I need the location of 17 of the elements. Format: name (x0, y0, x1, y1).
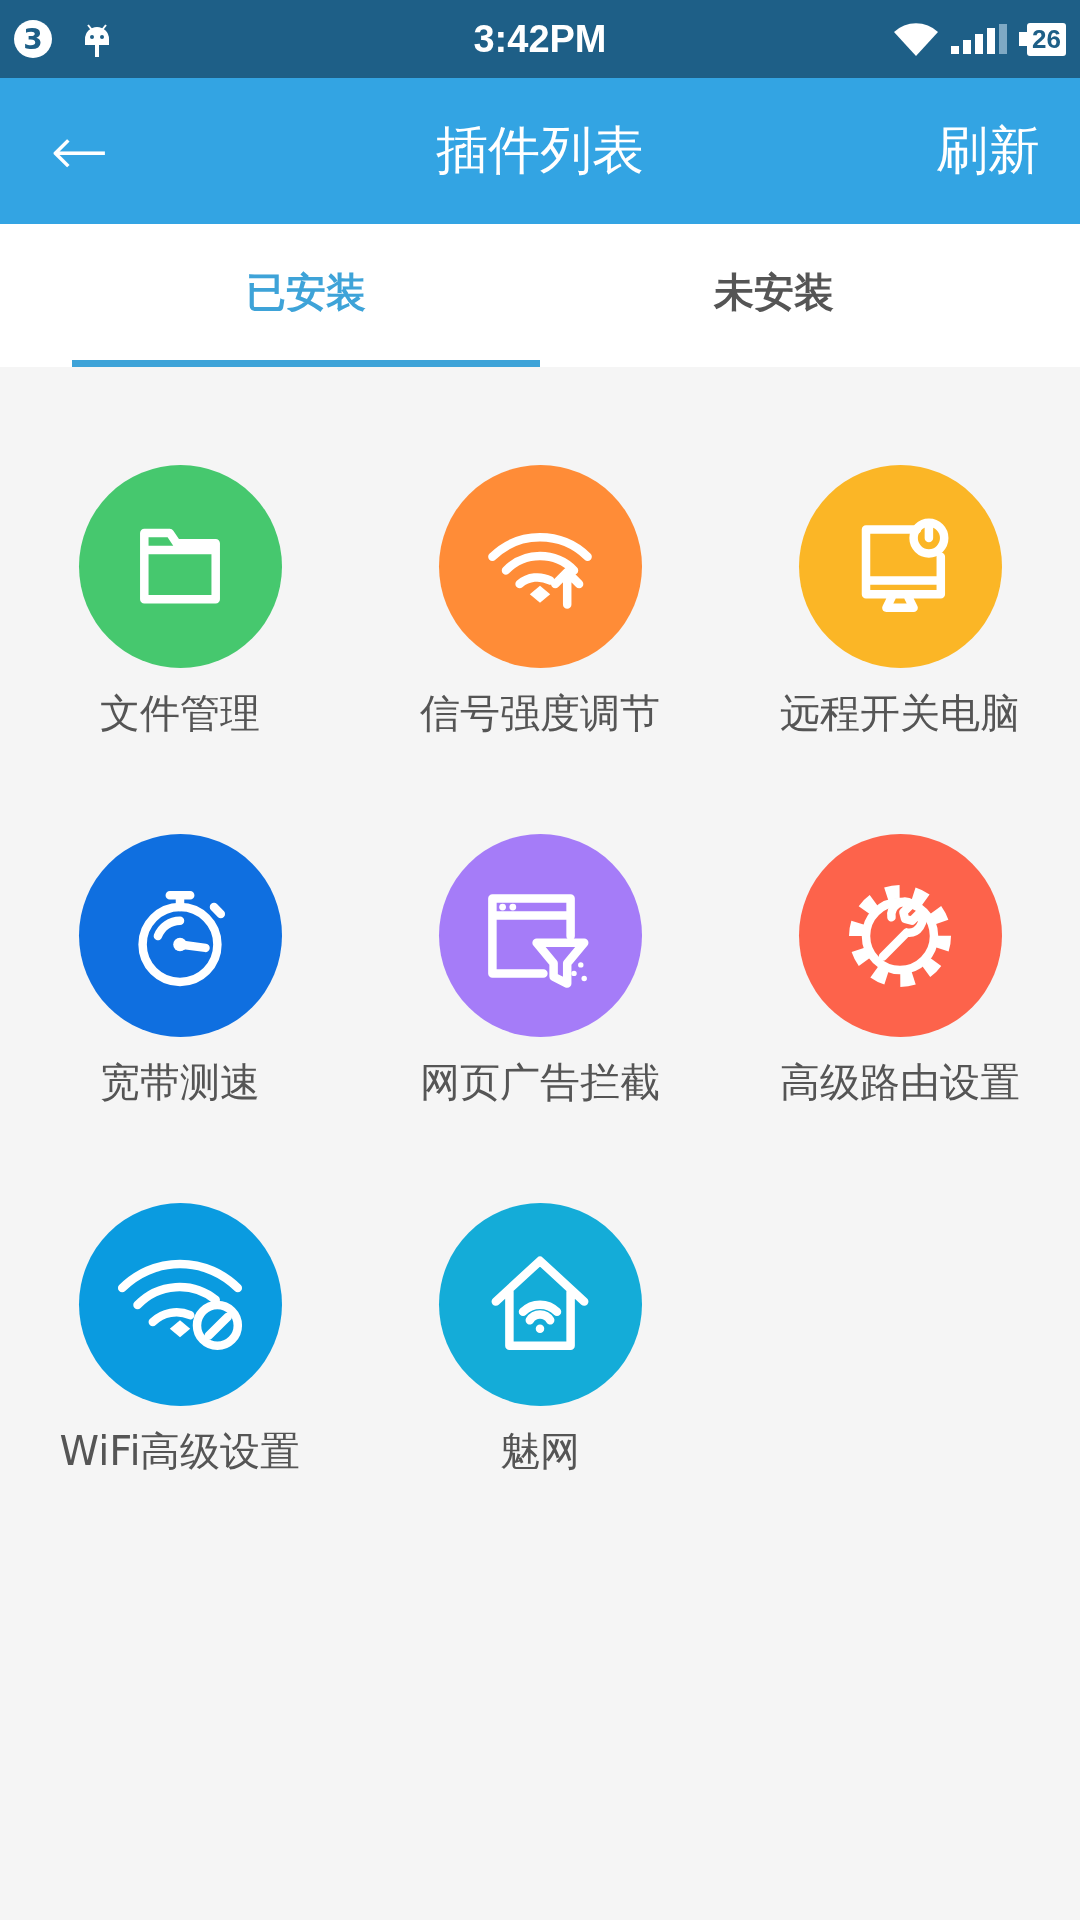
plugin-label: 魅网 (500, 1427, 580, 1476)
plugin-label: 信号强度调节 (420, 689, 660, 738)
clock-time: 3:42PM (473, 17, 607, 61)
wifi-icon (893, 20, 940, 58)
notification-badge: 3 (14, 20, 52, 58)
back-button[interactable]: ← (50, 116, 109, 186)
signal-icon (951, 24, 1008, 54)
plugin-label: 网页广告拦截 (420, 1058, 660, 1107)
page-title: 插件列表 (436, 119, 644, 182)
refresh-button[interactable]: 刷新 (936, 116, 1040, 186)
plugin-label: WiFi高级设置 (59, 1427, 301, 1476)
plugin-label: 宽带测速 (100, 1058, 260, 1107)
plugin-label: 文件管理 (100, 689, 260, 738)
plugin-label: 远程开关电脑 (780, 689, 1020, 738)
plugin-label: 高级路由设置 (780, 1058, 1020, 1107)
tab[interactable]: 未安装 (540, 224, 1008, 367)
tab[interactable]: 已安装 (72, 224, 540, 367)
